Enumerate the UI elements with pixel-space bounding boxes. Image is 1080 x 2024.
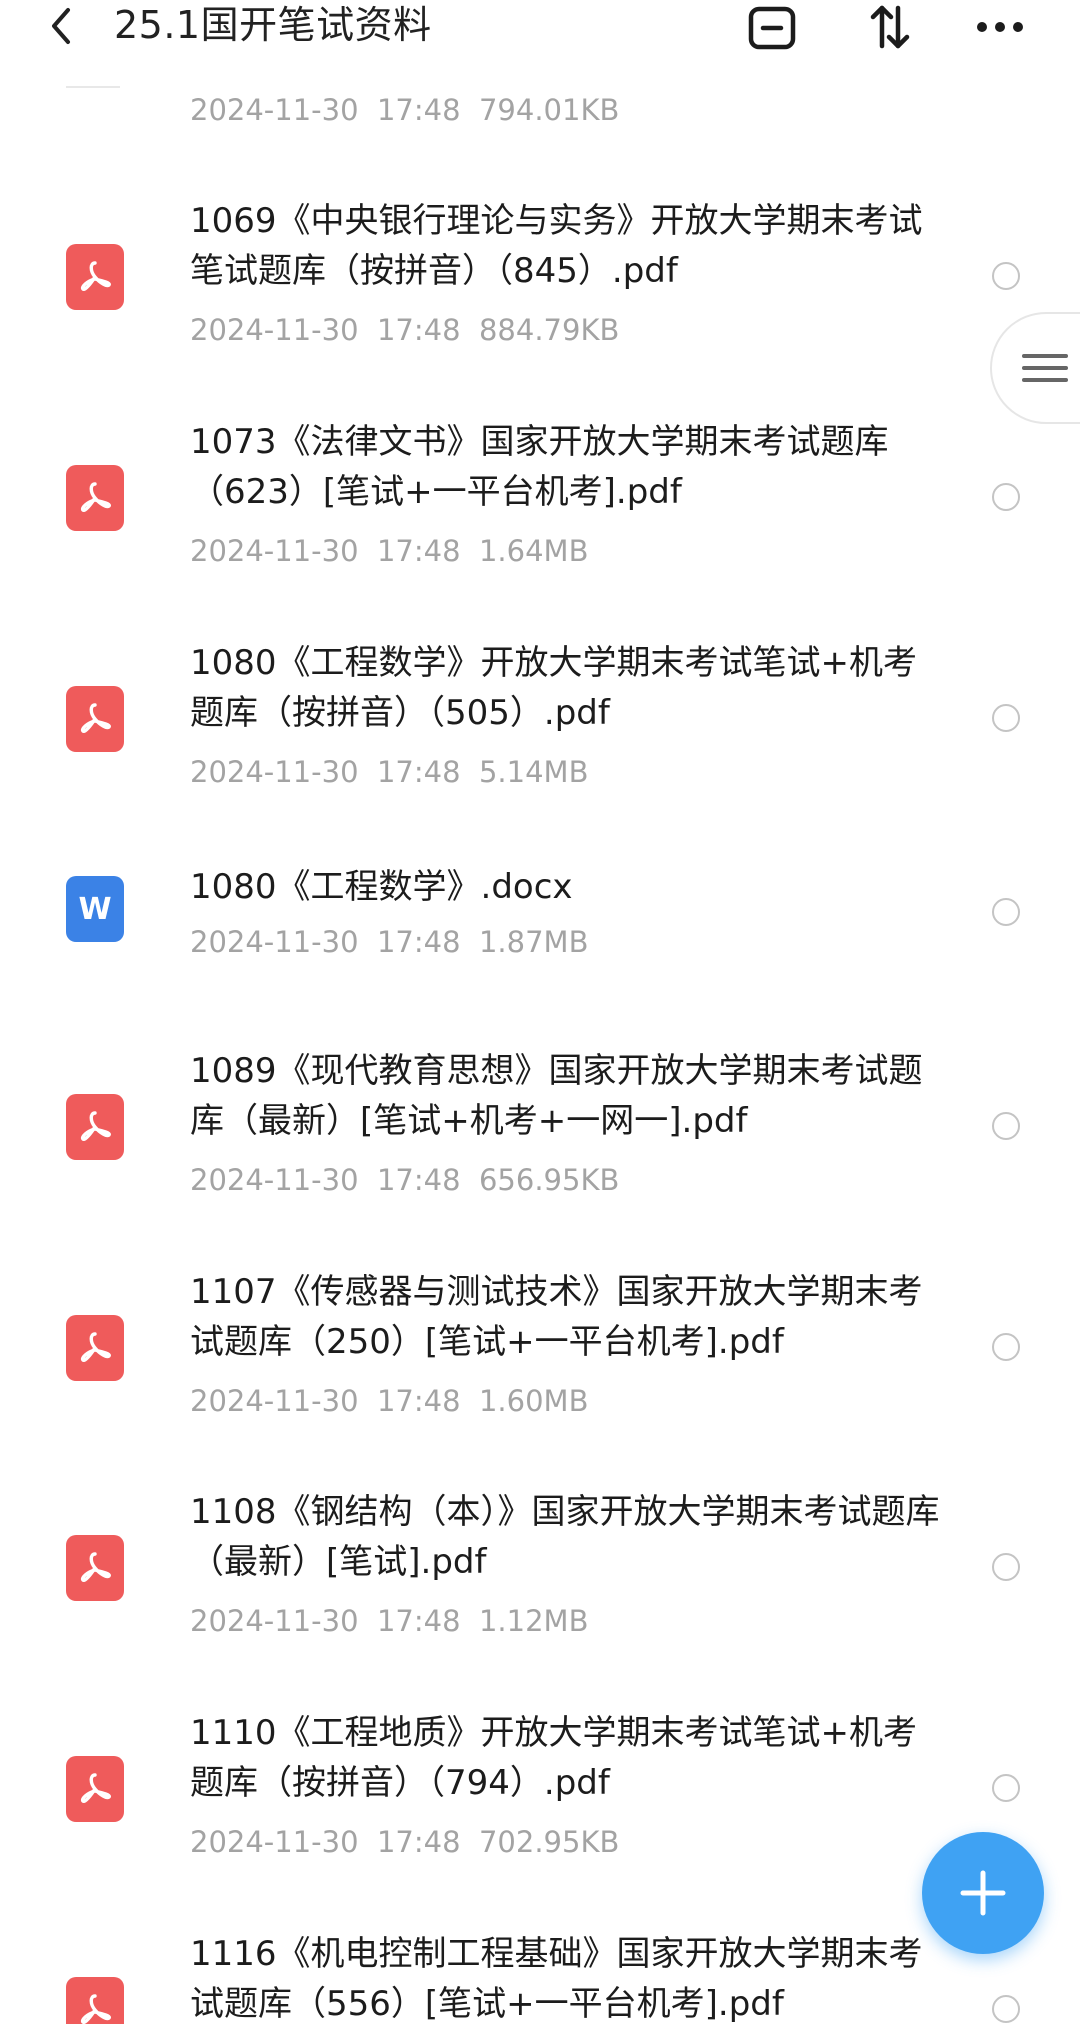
select-radio[interactable]	[992, 1112, 1020, 1140]
select-radio[interactable]	[992, 1553, 1020, 1581]
file-meta: 2024-11-30 17:48 884.79KB	[190, 313, 620, 347]
file-name: 1110《工程地质》开放大学期末考试笔试+机考题库（按拼音）（794）.pdf	[190, 1713, 918, 1803]
chevron-left-icon	[52, 8, 70, 44]
file-name: 1080《工程数学》.docx	[190, 867, 573, 907]
plus-icon	[960, 1870, 1006, 1916]
side-menu-tab[interactable]	[990, 312, 1080, 424]
select-radio[interactable]	[992, 1774, 1020, 1802]
add-button[interactable]	[922, 1832, 1044, 1954]
word-letter: W	[78, 891, 112, 927]
select-radio[interactable]	[992, 262, 1020, 290]
file-meta: 2024-11-30 17:48 794.01KB	[190, 93, 620, 127]
pdf-file-icon	[66, 1977, 124, 2024]
divider	[66, 86, 120, 88]
pdf-file-icon	[66, 1094, 124, 1160]
file-meta: 2024-11-30 17:48 5.14MB	[190, 755, 589, 789]
file-name: 1108《钢结构（本）》国家开放大学期末考试题库（最新）[笔试].pdf	[190, 1492, 940, 1582]
pdf-file-icon	[66, 1756, 124, 1822]
pdf-file-icon	[66, 465, 124, 531]
file-meta: 2024-11-30 17:48 1.12MB	[190, 1604, 589, 1638]
more-dots-icon	[977, 22, 1023, 32]
file-name: 1073《法律文书》国家开放大学期末考试题库（623）[笔试+一平台机考].pd…	[190, 422, 889, 512]
more-button[interactable]	[972, 2, 1028, 52]
top-bar: 25.1国开笔试资料	[0, 0, 1080, 56]
back-button[interactable]	[40, 4, 84, 48]
pdf-file-icon	[66, 1535, 124, 1601]
select-radio[interactable]	[992, 1995, 1020, 2023]
file-name: 1116《机电控制工程基础》国家开放大学期末考试题库（556）[笔试+一平台机考…	[190, 1934, 923, 2024]
file-meta: 2024-11-30 17:48 702.95KB	[190, 1825, 620, 1859]
menu-lines-icon	[1022, 346, 1068, 390]
select-radio[interactable]	[992, 704, 1020, 732]
select-button[interactable]	[744, 2, 800, 52]
file-meta: 2024-11-30 17:48 1.87MB	[190, 925, 589, 959]
file-browser-screen: 25.1国开笔试资料 2024-11-30 17:48 794.01KB 106…	[0, 0, 1080, 2024]
file-meta: 2024-11-30 17:48 1.60MB	[190, 1384, 589, 1418]
pdf-file-icon	[66, 686, 124, 752]
select-radio[interactable]	[992, 898, 1020, 926]
file-name: 1107《传感器与测试技术》国家开放大学期末考试题库（250）[笔试+一平台机考…	[190, 1272, 923, 1362]
pdf-file-icon	[66, 244, 124, 310]
sort-arrows-icon	[870, 5, 910, 49]
file-meta: 2024-11-30 17:48 656.95KB	[190, 1163, 620, 1197]
pdf-file-icon	[66, 1315, 124, 1381]
select-box-icon	[748, 6, 796, 50]
folder-title: 25.1国开笔试资料	[114, 3, 432, 47]
file-name: 1080《工程数学》开放大学期末考试笔试+机考题库（按拼音）（505）.pdf	[190, 643, 918, 733]
sort-button[interactable]	[862, 2, 918, 52]
file-name: 1069《中央银行理论与实务》开放大学期末考试笔试题库（按拼音）（845）.pd…	[190, 201, 923, 291]
word-file-icon: W	[66, 876, 124, 942]
select-radio[interactable]	[992, 1333, 1020, 1361]
file-name: 1089《现代教育思想》国家开放大学期末考试题库（最新）[笔试+机考+一网一].…	[190, 1051, 923, 1141]
file-meta: 2024-11-30 17:48 1.64MB	[190, 534, 589, 568]
select-radio[interactable]	[992, 483, 1020, 511]
